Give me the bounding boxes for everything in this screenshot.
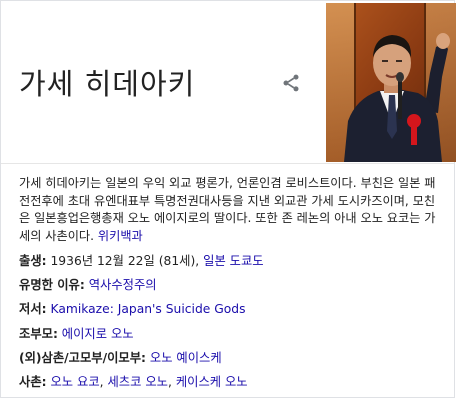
cousin-link-1[interactable]: 오노 요코	[50, 375, 99, 389]
book-link[interactable]: Kamikaze: Japan's Suicide Gods	[50, 302, 245, 316]
fact-label: 유명한 이유:	[19, 278, 85, 293]
page-title: 가세 히데아키	[19, 67, 196, 101]
separator: ,	[167, 374, 172, 389]
source-link[interactable]: 위키백과	[98, 229, 143, 243]
fact-label: 저서:	[19, 302, 47, 317]
fact-books: 저서: Kamikaze: Japan's Suicide Gods	[19, 301, 439, 325]
fact-cousins: 사촌: 오노 요코, 세츠코 오노, 케이스케 오노	[19, 374, 439, 398]
cousin-link-3[interactable]: 케이스케 오노	[176, 375, 248, 389]
portrait-image	[326, 3, 456, 162]
fact-label: (외)삼촌/고모부/이모부:	[19, 350, 146, 365]
knowledge-panel: 가세 히데아키 가세 히데아키는 일본의 우익 외교 평론가, 언론인겸 로비스…	[0, 0, 456, 398]
cousin-link-2[interactable]: 세츠코 오노	[107, 375, 167, 389]
facts-list: 출생: 1936년 12월 22일 (81세), 일본 도쿄도 유명한 이유: …	[19, 253, 439, 398]
uncle-link[interactable]: 오노 예이스케	[150, 351, 222, 365]
panel-header: 가세 히데아키	[1, 1, 456, 164]
fact-label: 조부모:	[19, 326, 58, 341]
portrait-photo[interactable]	[326, 3, 456, 162]
known-for-link[interactable]: 역사수정주의	[89, 278, 157, 292]
fact-known-for: 유명한 이유: 역사수정주의	[19, 277, 439, 301]
description-text: 가세 히데아키는 일본의 우익 외교 평론가, 언론인겸 로비스트이다. 부친은…	[19, 176, 436, 243]
born-place-link[interactable]: 일본 도쿄도	[203, 254, 263, 268]
description: 가세 히데아키는 일본의 우익 외교 평론가, 언론인겸 로비스트이다. 부친은…	[19, 175, 439, 245]
fact-label: 사촌:	[19, 374, 47, 389]
born-date: 1936년 12월 22일 (81세),	[50, 254, 200, 268]
separator: ,	[99, 374, 104, 389]
share-button[interactable]	[277, 69, 305, 97]
grandparent-link[interactable]: 에이지로 오노	[62, 327, 134, 341]
share-icon	[283, 74, 299, 92]
fact-label: 출생:	[19, 254, 47, 268]
fact-born: 출생: 1936년 12월 22일 (81세), 일본 도쿄도	[19, 253, 439, 277]
fact-grandparents: 조부모: 에이지로 오노	[19, 326, 439, 350]
fact-uncles-aunts: (외)삼촌/고모부/이모부: 오노 예이스케	[19, 350, 439, 374]
